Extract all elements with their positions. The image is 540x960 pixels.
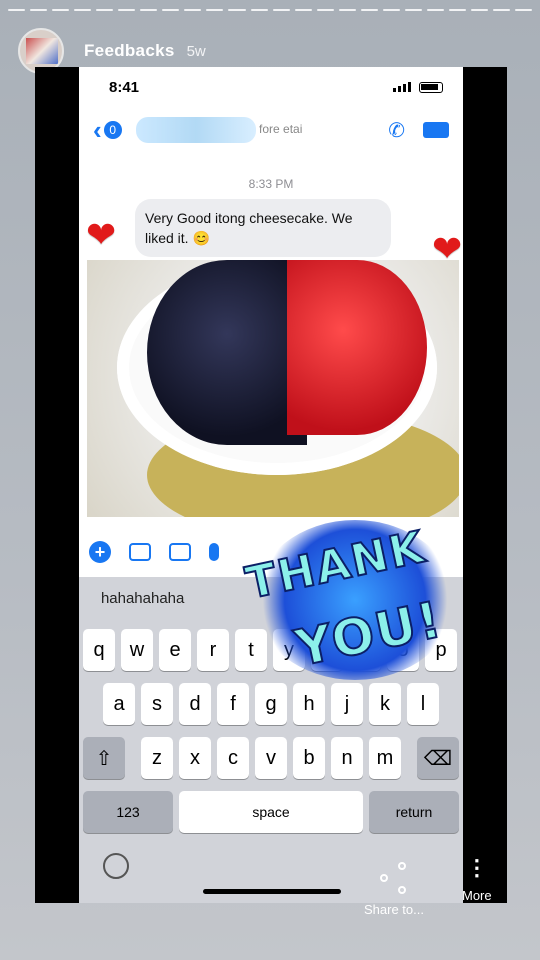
key-l[interactable]: l [407, 683, 439, 725]
share-label: Share to... [364, 902, 424, 917]
progress-segment [96, 9, 114, 11]
key-s[interactable]: s [141, 683, 173, 725]
signal-icon [393, 82, 411, 92]
composer-toolbar: + [89, 541, 219, 563]
key-b[interactable]: b [293, 737, 325, 779]
progress-segment [493, 9, 511, 11]
progress-segment [184, 9, 202, 11]
progress-segment [206, 9, 224, 11]
progress-segment [52, 9, 70, 11]
return-key[interactable]: return [369, 791, 459, 833]
story-progress-bar [8, 9, 533, 12]
more-button[interactable]: ⋮ More [462, 855, 492, 904]
progress-segment [228, 9, 246, 11]
status-time: 8:41 [109, 78, 140, 96]
key-e[interactable]: e [159, 629, 191, 671]
unread-count-badge: 0 [103, 121, 122, 139]
avatar-image [26, 38, 58, 64]
progress-segment [272, 9, 290, 11]
progress-segment [8, 9, 26, 11]
progress-segment [118, 9, 136, 11]
microphone-icon[interactable] [209, 543, 219, 561]
key-n[interactable]: n [331, 737, 363, 779]
delete-key[interactable]: ⌫ [417, 737, 459, 779]
progress-segment [316, 9, 334, 11]
progress-segment [382, 9, 400, 11]
chat-header: ‹ 0 fore etai ✆ [79, 107, 463, 153]
thank-you-sticker[interactable]: THANK YOU! [241, 520, 470, 680]
battery-icon [419, 81, 443, 93]
key-row-4: 123 space return [79, 791, 463, 833]
key-m[interactable]: m [369, 737, 401, 779]
progress-segment [294, 9, 312, 11]
heart-icon: ❤ [432, 228, 463, 269]
progress-segment [448, 9, 466, 11]
key-w[interactable]: w [121, 629, 153, 671]
key-z[interactable]: z [141, 737, 173, 779]
emoji-icon[interactable] [103, 853, 129, 879]
share-icon [380, 862, 414, 896]
progress-segment [360, 9, 378, 11]
message-bubble[interactable]: Very Good itong cheesecake. We liked it.… [135, 199, 391, 257]
key-f[interactable]: f [217, 683, 249, 725]
share-button[interactable]: Share to... [364, 862, 424, 917]
home-indicator [203, 889, 341, 894]
key-g[interactable]: g [255, 683, 287, 725]
progress-segment [338, 9, 356, 11]
story-age: 5w [186, 42, 206, 60]
message-timestamp: 8:33 PM [248, 177, 294, 191]
key-d[interactable]: d [179, 683, 211, 725]
progress-segment [404, 9, 422, 11]
blurred-name [135, 117, 256, 143]
heart-icon: ❤ [86, 214, 117, 255]
strawberry-topping [287, 260, 427, 435]
progress-segment [250, 9, 268, 11]
screenshot-frame: 8:41 ‹ 0 fore etai ✆ 8:33 PM Very Good i… [35, 67, 507, 903]
gallery-icon[interactable] [169, 543, 191, 561]
camera-icon[interactable] [129, 543, 151, 561]
key-v[interactable]: v [255, 737, 287, 779]
progress-segment [162, 9, 180, 11]
key-row-3: ⇧ ⌫ zxcvbnm [79, 737, 463, 779]
more-label: More [462, 888, 492, 903]
key-k[interactable]: k [369, 683, 401, 725]
phone-screen: 8:41 ‹ 0 fore etai ✆ 8:33 PM Very Good i… [79, 67, 463, 903]
contact-subtitle: fore etai [259, 122, 303, 137]
key-x[interactable]: x [179, 737, 211, 779]
key-a[interactable]: a [103, 683, 135, 725]
blueberry-topping [147, 260, 307, 445]
progress-segment [470, 9, 489, 11]
key-row-2: asdfghjkl [79, 683, 463, 725]
suggestion-item[interactable]: hahahahaha [79, 590, 206, 607]
phone-call-icon[interactable]: ✆ [388, 118, 405, 143]
progress-segment [515, 9, 533, 11]
progress-segment [426, 9, 444, 11]
numbers-key[interactable]: 123 [83, 791, 173, 833]
video-call-icon[interactable] [423, 122, 449, 138]
plus-icon[interactable]: + [89, 541, 111, 563]
key-j[interactable]: j [331, 683, 363, 725]
key-q[interactable]: q [83, 629, 115, 671]
progress-segment [30, 9, 48, 11]
more-icon: ⋮ [465, 855, 488, 880]
status-bar: 8:41 [79, 67, 463, 107]
space-key[interactable]: space [179, 791, 363, 833]
contact-name[interactable]: fore etai [135, 117, 389, 143]
back-icon[interactable]: ‹ [93, 115, 102, 146]
progress-segment [140, 9, 158, 11]
key-h[interactable]: h [293, 683, 325, 725]
shift-key[interactable]: ⇧ [83, 737, 125, 779]
key-c[interactable]: c [217, 737, 249, 779]
story-title[interactable]: Feedbacks [84, 41, 175, 61]
cake-photo[interactable] [87, 260, 459, 517]
progress-segment [74, 9, 92, 11]
key-r[interactable]: r [197, 629, 229, 671]
